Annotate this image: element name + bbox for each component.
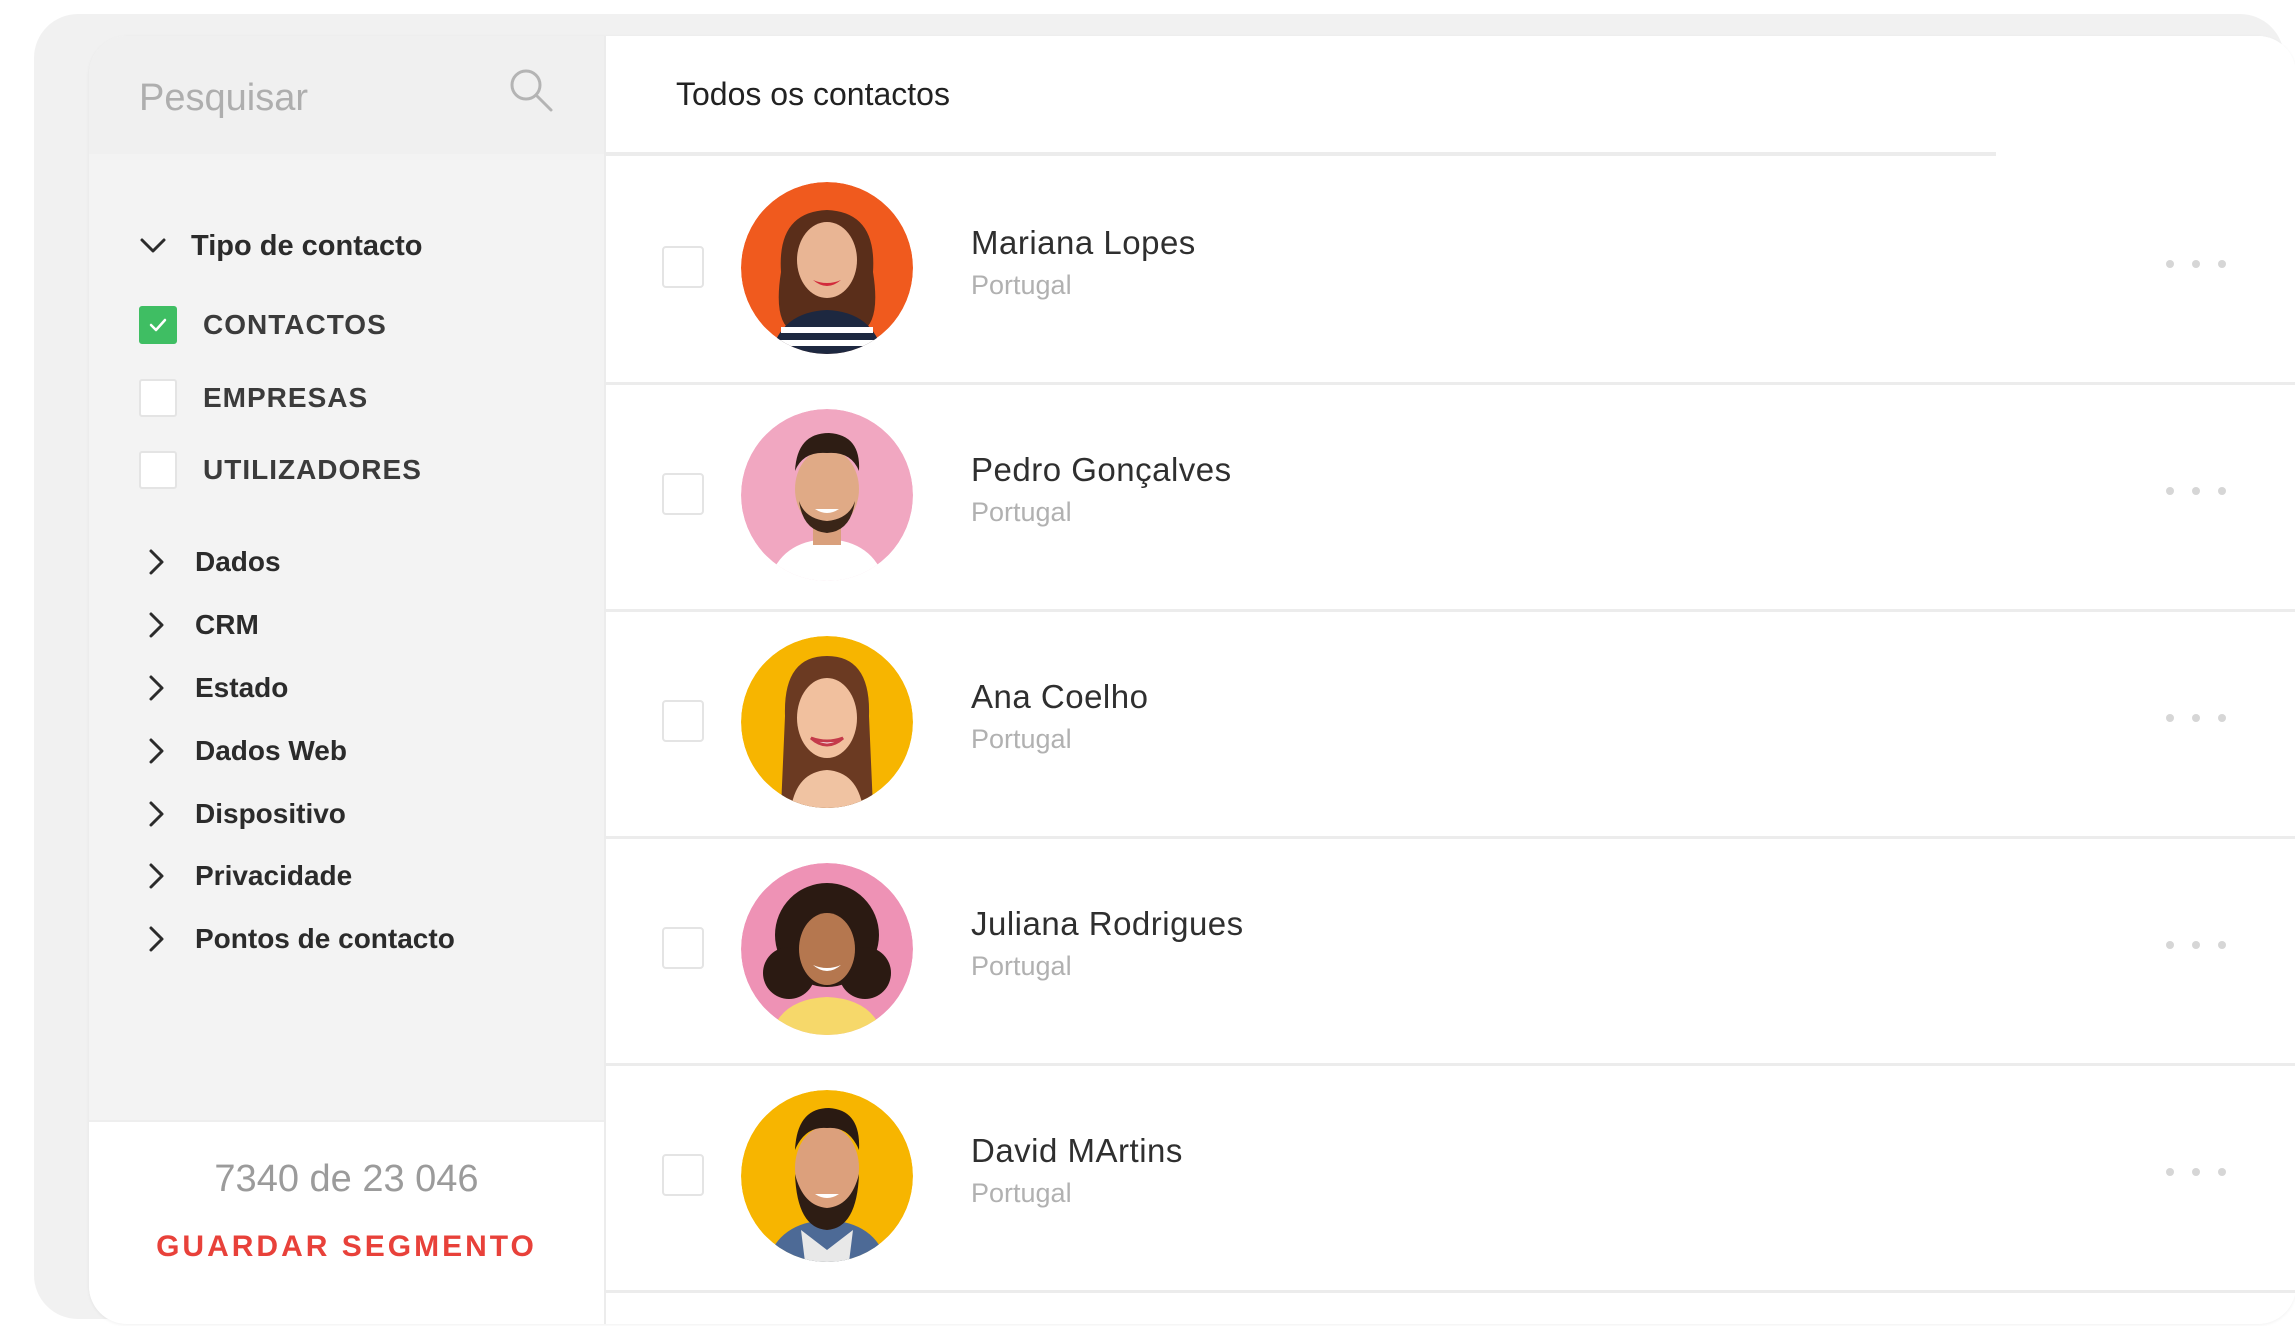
contact-country: Portugal	[971, 724, 1072, 754]
search-input[interactable]	[137, 70, 511, 126]
contact-type-title: Tipo de contacto	[191, 229, 423, 262]
contact-country: Portugal	[971, 270, 1072, 300]
chevron-right-icon	[149, 863, 164, 889]
contact-row[interactable]: Mariana Lopes Portugal	[606, 158, 2295, 385]
contact-name: Juliana Rodrigues	[971, 905, 1244, 942]
more-options-icon[interactable]	[2166, 1152, 2226, 1192]
category-label: Privacidade	[195, 860, 353, 891]
contact-name: Pedro Gonçalves	[971, 451, 1232, 488]
category-dados[interactable]: Dados	[141, 542, 281, 582]
search-bar	[89, 36, 604, 154]
category-crm[interactable]: CRM	[141, 605, 259, 645]
chevron-right-icon	[149, 675, 164, 701]
filter-utilizadores[interactable]: UTILIZADORES	[139, 449, 422, 491]
category-pontos-de-contacto[interactable]: Pontos de contacto	[141, 919, 455, 959]
title-divider	[606, 152, 1996, 156]
chevron-right-icon	[149, 738, 164, 764]
contact-name: David MArtins	[971, 1132, 1183, 1169]
contact-row[interactable]: Juliana Rodrigues Portugal	[606, 839, 2295, 1066]
avatar	[741, 182, 913, 354]
contact-row[interactable]: Pedro Gonçalves Portugal	[606, 385, 2295, 612]
contact-list-panel: Todos os contactos Mariana Lopes Portuga…	[606, 36, 2295, 1324]
chevron-right-icon	[149, 801, 164, 827]
empresas-checkbox[interactable]	[139, 379, 177, 417]
chevron-right-icon	[149, 549, 164, 575]
row-checkbox[interactable]	[662, 927, 704, 969]
more-options-icon[interactable]	[2166, 925, 2226, 965]
contact-row[interactable]: Ana Coelho Portugal	[606, 612, 2295, 839]
filter-empresas[interactable]: EMPRESAS	[139, 377, 368, 419]
utilizadores-checkbox[interactable]	[139, 451, 177, 489]
category-label: Pontos de contacto	[195, 923, 455, 954]
category-privacidade[interactable]: Privacidade	[141, 856, 352, 896]
category-estado[interactable]: Estado	[141, 668, 288, 708]
category-label: Dados Web	[195, 735, 347, 766]
category-label: Dispositivo	[195, 798, 346, 829]
avatar	[741, 863, 913, 1035]
category-label: Estado	[195, 672, 289, 703]
utilizadores-label: UTILIZADORES	[203, 454, 422, 485]
row-checkbox[interactable]	[662, 700, 704, 742]
contact-name: Mariana Lopes	[971, 224, 1196, 261]
contact-country: Portugal	[971, 951, 1072, 981]
contact-row[interactable]: David MArtins Portugal	[606, 1066, 2295, 1293]
avatar	[741, 636, 913, 808]
filter-list: Tipo de contacto CONTACTOS EMPRESAS UTIL…	[89, 154, 604, 1074]
empresas-label: EMPRESAS	[203, 382, 369, 413]
more-options-icon[interactable]	[2166, 244, 2226, 284]
row-checkbox[interactable]	[662, 473, 704, 515]
category-dispositivo[interactable]: Dispositivo	[141, 794, 346, 834]
contact-name: Ana Coelho	[971, 678, 1149, 715]
chevron-right-icon	[149, 612, 164, 638]
contact-type-toggle[interactable]: Tipo de contacto	[137, 226, 422, 266]
filter-sidebar: Tipo de contacto CONTACTOS EMPRESAS	[89, 36, 606, 1324]
filter-contactos[interactable]: CONTACTOS	[139, 304, 387, 346]
window-frame: Tipo de contacto CONTACTOS EMPRESAS	[34, 14, 2295, 1324]
checkmark-icon	[149, 318, 167, 332]
contact-country: Portugal	[971, 1178, 1072, 1208]
result-count: 7340 de 23 046	[214, 1158, 479, 1200]
contactos-label: CONTACTOS	[203, 309, 387, 340]
avatar	[741, 1090, 913, 1262]
chevron-down-icon	[140, 238, 166, 253]
contactos-checkbox[interactable]	[139, 306, 177, 344]
row-checkbox[interactable]	[662, 1154, 704, 1196]
save-segment-button[interactable]: GUARDAR SEGMENTO	[89, 1230, 604, 1264]
sidebar-footer: 7340 de 23 046 GUARDAR SEGMENTO	[89, 1120, 604, 1324]
category-dados-web[interactable]: Dados Web	[141, 731, 347, 771]
chevron-right-icon	[149, 926, 164, 952]
contacts-panel: Tipo de contacto CONTACTOS EMPRESAS	[89, 36, 2295, 1324]
avatar	[741, 409, 913, 581]
category-label: Dados	[195, 546, 281, 577]
search-icon[interactable]	[505, 64, 557, 116]
more-options-icon[interactable]	[2166, 471, 2226, 511]
contact-country: Portugal	[971, 497, 1072, 527]
row-checkbox[interactable]	[662, 246, 704, 288]
more-options-icon[interactable]	[2166, 698, 2226, 738]
page-title: Todos os contactos	[676, 76, 950, 112]
category-label: CRM	[195, 609, 259, 640]
